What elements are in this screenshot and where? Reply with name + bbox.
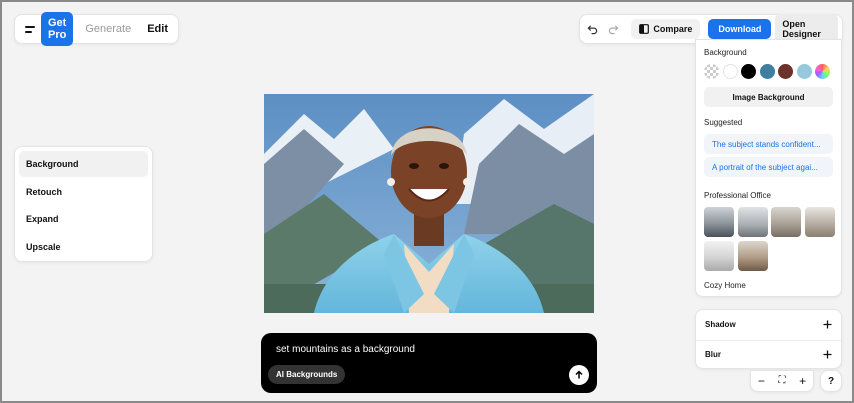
- cozy-home-thumbnails: [704, 297, 836, 298]
- tool-upscale[interactable]: Upscale: [19, 234, 148, 260]
- office-thumbnail[interactable]: [737, 240, 768, 271]
- professional-office-title: Professional Office: [704, 191, 771, 200]
- office-thumbnail[interactable]: [704, 207, 734, 237]
- tab-generate[interactable]: Generate: [79, 23, 137, 35]
- office-thumbnail[interactable]: [771, 207, 801, 237]
- redo-icon[interactable]: [605, 18, 622, 40]
- zoom-in-icon[interactable]: +: [799, 375, 806, 387]
- top-left-toolbar: Get Pro Generate Edit: [14, 12, 179, 46]
- compare-label: Compare: [653, 24, 693, 34]
- shadow-label: Shadow: [705, 320, 736, 330]
- background-title: Background: [704, 48, 747, 57]
- fit-screen-icon[interactable]: ⛶: [779, 376, 786, 386]
- swatch-brown[interactable]: [778, 64, 793, 79]
- tool-background[interactable]: Background: [19, 151, 148, 177]
- zoom-controls: − ⛶ +: [750, 370, 814, 392]
- color-swatches: [704, 64, 833, 79]
- office-thumbnails: [704, 207, 836, 271]
- swatch-black[interactable]: [741, 64, 756, 79]
- undo-icon[interactable]: [584, 18, 601, 40]
- office-thumbnail[interactable]: [704, 240, 734, 271]
- background-options-panel: Background Image Background Suggested Th…: [695, 39, 842, 297]
- swatch-transparent[interactable]: [704, 64, 719, 79]
- download-button[interactable]: Download: [708, 19, 772, 39]
- home-thumbnail[interactable]: [771, 297, 801, 298]
- office-thumbnail[interactable]: [737, 207, 768, 237]
- compare-icon: [639, 24, 650, 34]
- prompt-box[interactable]: set mountains as a background AI Backgro…: [261, 333, 597, 393]
- tab-edit[interactable]: Edit: [143, 23, 172, 35]
- arrow-up-icon: [575, 370, 583, 379]
- prompt-input[interactable]: set mountains as a background: [276, 344, 415, 355]
- swatch-white[interactable]: [722, 64, 738, 79]
- blur-label: Blur: [705, 350, 721, 360]
- zoom-out-icon[interactable]: −: [758, 375, 765, 387]
- office-thumbnail[interactable]: [804, 207, 835, 237]
- plus-icon[interactable]: [823, 320, 832, 329]
- canvas-image[interactable]: [264, 94, 594, 313]
- get-pro-button[interactable]: Get Pro: [41, 12, 74, 46]
- swatch-custom-color[interactable]: [815, 64, 830, 79]
- suggestion-item[interactable]: A portrait of the subject agai...: [704, 157, 833, 177]
- plus-icon[interactable]: [823, 350, 832, 359]
- suggestion-item[interactable]: The subject stands confident...: [704, 134, 833, 154]
- send-button[interactable]: [569, 365, 589, 385]
- portrait-photo: [264, 94, 594, 313]
- suggested-title: Suggested: [704, 118, 743, 127]
- compare-button[interactable]: Compare: [631, 19, 701, 39]
- tools-panel: Background Retouch Expand Upscale: [14, 146, 153, 262]
- swatch-teal[interactable]: [759, 64, 775, 79]
- home-thumbnail[interactable]: [704, 297, 734, 298]
- tool-retouch[interactable]: Retouch: [19, 179, 148, 205]
- cozy-home-title: Cozy Home: [704, 280, 746, 290]
- app-window: Get Pro Generate Edit Compare Download O…: [0, 0, 854, 403]
- home-thumbnail[interactable]: [805, 297, 835, 298]
- help-button[interactable]: ?: [820, 370, 842, 392]
- image-background-button[interactable]: Image Background: [704, 87, 833, 107]
- home-thumbnail[interactable]: [738, 297, 768, 298]
- effects-panel: Shadow Blur: [695, 309, 842, 369]
- menu-icon[interactable]: [21, 19, 35, 39]
- tool-expand[interactable]: Expand: [19, 206, 148, 232]
- ai-backgrounds-chip[interactable]: AI Backgrounds: [268, 365, 346, 384]
- swatch-light-blue[interactable]: [796, 64, 812, 79]
- blur-row[interactable]: Blur: [696, 339, 841, 370]
- shadow-row[interactable]: Shadow: [696, 310, 841, 340]
